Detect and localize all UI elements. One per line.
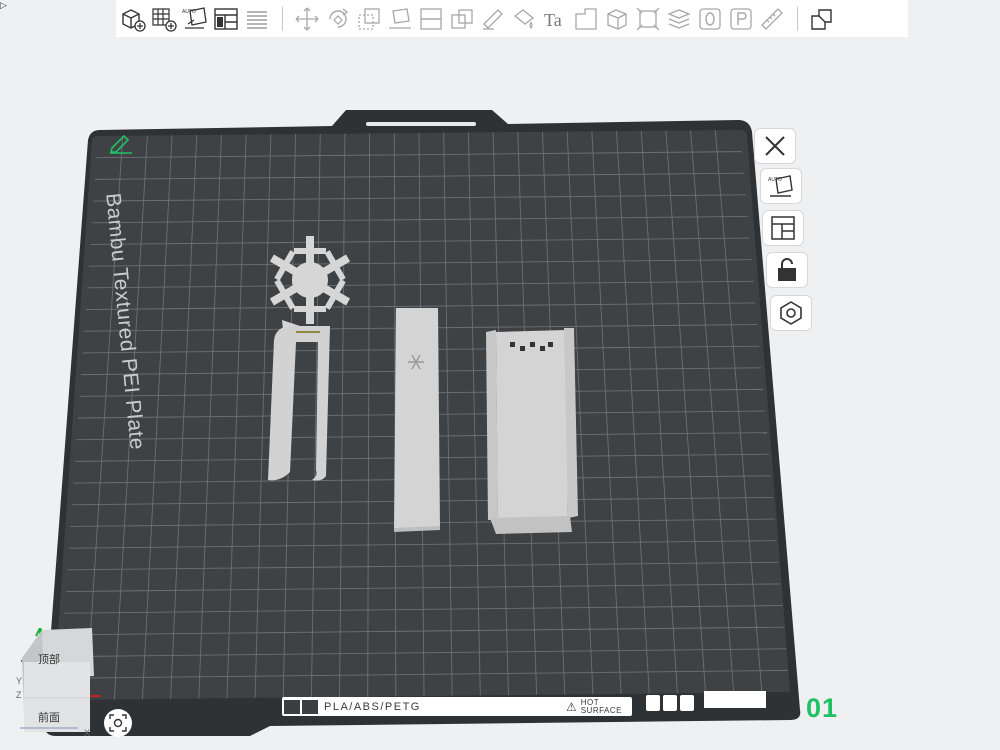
plate-settings-icon bbox=[780, 301, 802, 325]
strip-square-icon bbox=[663, 695, 677, 711]
zoom-fit-icon bbox=[109, 714, 127, 732]
edit-plate-name-button[interactable] bbox=[108, 130, 134, 154]
plate-materials-label: PLA/ABS/PETG bbox=[324, 700, 421, 713]
close-plate-button[interactable] bbox=[754, 128, 796, 164]
axis-x-label: X bbox=[84, 728, 91, 738]
zero-button[interactable] bbox=[695, 4, 725, 34]
svg-text:Ta: Ta bbox=[544, 10, 562, 30]
strip-arrow-icon bbox=[680, 695, 694, 711]
add-plate-icon bbox=[152, 7, 177, 32]
assembly-view-button[interactable] bbox=[807, 4, 837, 34]
move-icon bbox=[295, 7, 319, 30]
main-toolbar: AUTO Ta bbox=[116, 0, 908, 37]
plate-strip-block bbox=[704, 691, 766, 708]
box-part bbox=[486, 328, 578, 534]
p-icon bbox=[730, 7, 752, 30]
ruler-button[interactable] bbox=[757, 4, 787, 34]
p-button[interactable] bbox=[726, 4, 756, 34]
lay-on-face-icon bbox=[389, 7, 411, 29]
add-cube-icon bbox=[122, 8, 146, 32]
hot-surface-warning-icon: ⚠ bbox=[565, 699, 577, 714]
3d-viewport[interactable]: Bambu Textured PEI Plate AUTO 01 PLA/ABS… bbox=[0, 40, 1000, 750]
plate-qr-icon bbox=[302, 699, 318, 714]
pencil-icon bbox=[109, 134, 132, 154]
axis-z-label: Z bbox=[16, 690, 22, 700]
paint-support-icon bbox=[483, 8, 503, 30]
layers-icon bbox=[667, 8, 691, 29]
fit-view-button[interactable] bbox=[104, 709, 132, 737]
auto-orient-plate-icon: AUTO bbox=[768, 175, 793, 197]
paint-support-button[interactable] bbox=[478, 4, 508, 34]
lock-plate-icon bbox=[778, 258, 796, 281]
lay-on-face-button[interactable] bbox=[385, 4, 415, 34]
assembly-button[interactable] bbox=[602, 4, 632, 34]
plate-bar-part bbox=[394, 308, 440, 532]
arrange-icon bbox=[214, 7, 238, 30]
paint-seam-button[interactable] bbox=[509, 4, 539, 34]
plate-logo-icon bbox=[284, 699, 300, 714]
ruler-icon bbox=[761, 7, 783, 30]
add-cube-button[interactable] bbox=[118, 4, 148, 34]
text-button[interactable]: Ta bbox=[540, 4, 570, 34]
build-plate-canvas bbox=[44, 110, 801, 736]
arrange-plate-button[interactable] bbox=[762, 210, 804, 246]
view-cube-front[interactable]: 前面 bbox=[24, 702, 74, 732]
arrange-button[interactable] bbox=[211, 4, 241, 34]
paint-seam-icon bbox=[513, 8, 535, 29]
arrange-plate-icon bbox=[771, 216, 795, 240]
hot-surface-label: HOT SURFACE bbox=[580, 697, 622, 715]
measure-bounds-button[interactable] bbox=[633, 4, 663, 34]
boolean-button[interactable] bbox=[447, 4, 477, 34]
boolean-icon bbox=[451, 8, 473, 29]
add-plate-button[interactable] bbox=[149, 4, 179, 34]
lock-plate-button[interactable] bbox=[766, 252, 808, 288]
split-lines-button[interactable] bbox=[242, 4, 272, 34]
cut-button[interactable] bbox=[416, 4, 446, 34]
auto-orient-icon: AUTO bbox=[182, 6, 207, 29]
auto-orient-plate-button[interactable]: AUTO bbox=[760, 168, 802, 204]
toolbar-separator bbox=[282, 6, 283, 31]
auto-orient-button[interactable]: AUTO bbox=[180, 4, 210, 34]
cut-icon bbox=[420, 7, 442, 30]
text-icon: Ta bbox=[544, 10, 562, 30]
plate-handle bbox=[366, 122, 476, 126]
plate-material-strip: PLA/ABS/PETG ⚠ HOT SURFACE bbox=[282, 697, 632, 716]
assembly-icon bbox=[607, 8, 627, 30]
split-lines-icon bbox=[247, 10, 267, 29]
move-button[interactable] bbox=[292, 4, 322, 34]
view-cube-top[interactable]: 顶部 bbox=[24, 643, 74, 675]
toolbar-separator bbox=[797, 6, 798, 31]
mesh-boolean-button[interactable] bbox=[571, 4, 601, 34]
plate-settings-button[interactable] bbox=[770, 295, 812, 331]
scale-icon bbox=[358, 7, 380, 30]
zero-icon bbox=[699, 7, 721, 30]
close-plate-icon bbox=[765, 136, 785, 156]
plate-strip-icons bbox=[646, 695, 694, 711]
rotate-icon bbox=[329, 7, 349, 28]
measure-bounds-icon bbox=[636, 7, 660, 30]
layers-button[interactable] bbox=[664, 4, 694, 34]
plate-number: 01 bbox=[806, 693, 839, 723]
assembly-view-icon bbox=[811, 8, 832, 30]
mesh-boolean-icon bbox=[575, 7, 597, 30]
strip-arrow-icon bbox=[646, 695, 660, 711]
rotate-button[interactable] bbox=[323, 4, 353, 34]
scale-button[interactable] bbox=[354, 4, 384, 34]
collapse-glyph: ▷ bbox=[0, 0, 7, 10]
axis-y-label: Y bbox=[16, 676, 23, 686]
